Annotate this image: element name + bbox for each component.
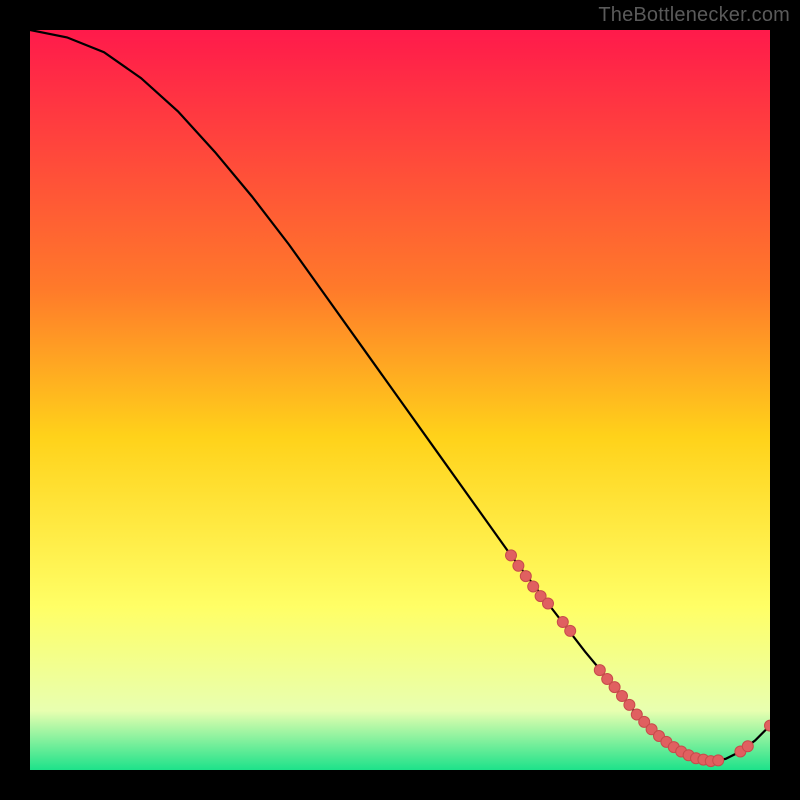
data-marker [543,598,554,609]
chart-svg [30,30,770,770]
data-marker [594,665,605,676]
data-marker [513,560,524,571]
data-marker [565,625,576,636]
data-marker [520,571,531,582]
data-marker [609,682,620,693]
data-marker [557,617,568,628]
data-marker [506,550,517,561]
plot-area [30,30,770,770]
data-marker [742,741,753,752]
watermark-label: TheBottlenecker.com [598,4,790,27]
data-marker [624,699,635,710]
chart-container: TheBottlenecker.com [0,0,800,800]
data-marker [528,581,539,592]
data-marker [617,691,628,702]
data-marker [713,755,724,766]
